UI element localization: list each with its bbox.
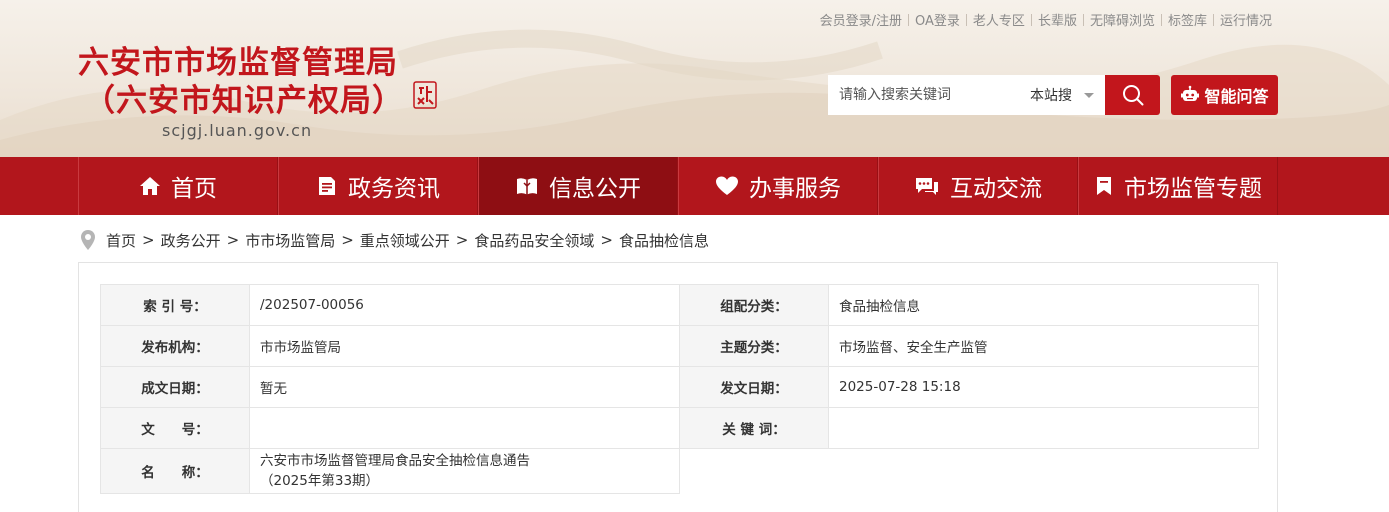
issued-date-label: 发文日期： bbox=[679, 366, 829, 408]
category-label: 组配分类： bbox=[679, 284, 829, 326]
nav-item-label: 信息公开 bbox=[549, 176, 641, 202]
doc-name-label: 名 称： bbox=[100, 448, 250, 494]
nav-item-home[interactable]: 首页 bbox=[78, 157, 278, 215]
keywords-value bbox=[828, 407, 1259, 449]
doc-number-value bbox=[249, 407, 680, 449]
seal-icon bbox=[413, 81, 437, 109]
table-row: 索 引 号： /202507-00056 组配分类： 食品抽检信息 bbox=[100, 284, 1259, 326]
empty-cell bbox=[680, 449, 1259, 494]
location-pin-icon bbox=[81, 230, 95, 250]
search-scope-label: 本站搜 bbox=[1030, 88, 1072, 104]
breadcrumb-key-areas[interactable]: 重点领域公开 bbox=[360, 230, 450, 251]
open-book-icon bbox=[517, 178, 537, 195]
nav-item-interaction[interactable]: 互动交流 bbox=[878, 157, 1078, 215]
site-header: 会员登录/注册 OA登录 老人专区 长辈版 无障碍浏览 标签库 运行情况 六安市… bbox=[0, 0, 1389, 157]
nav-item-label: 首页 bbox=[171, 176, 217, 202]
document-metadata-table: 索 引 号： /202507-00056 组配分类： 食品抽检信息 发布机构： … bbox=[100, 284, 1259, 494]
publisher-label: 发布机构： bbox=[100, 325, 250, 367]
breadcrumb-separator: > bbox=[341, 231, 354, 249]
breadcrumb-bureau[interactable]: 市市场监管局 bbox=[245, 230, 335, 251]
ai-qa-label: 智能问答 bbox=[1204, 87, 1269, 106]
robot-icon bbox=[1181, 85, 1200, 101]
breadcrumb-separator: > bbox=[455, 231, 469, 249]
search-bar: 本站搜 bbox=[828, 75, 1160, 115]
publisher-value: 市市场监管局 bbox=[249, 325, 680, 367]
breadcrumb-food-drug-safety[interactable]: 食品药品安全领域 bbox=[474, 230, 594, 251]
breadcrumb-food-sampling[interactable]: 食品抽检信息 bbox=[619, 230, 709, 251]
doc-number-label: 文 号： bbox=[100, 407, 250, 449]
nav-item-market-topics[interactable]: 市场监管专题 bbox=[1078, 157, 1278, 215]
doc-name-value: 六安市市场监督管理局食品安全抽检信息通告 （2025年第33期） bbox=[249, 448, 680, 494]
chat-icon bbox=[916, 178, 938, 195]
issued-date-value: 2025-07-28 15:18 bbox=[828, 366, 1259, 408]
site-domain: scjgj.luan.gov.cn bbox=[162, 121, 313, 140]
nav-item-label: 办事服务 bbox=[749, 176, 841, 202]
ai-qa-button[interactable]: 智能问答 bbox=[1171, 75, 1278, 115]
nav-item-info-disclosure[interactable]: 信息公开 bbox=[478, 157, 678, 215]
site-title[interactable]: 六安市市场监督管理局 （六安市知识产权局） bbox=[78, 44, 404, 120]
nav-item-services[interactable]: 办事服务 bbox=[678, 157, 878, 215]
top-link-elderly-zone[interactable]: 老人专区 bbox=[967, 10, 1031, 29]
home-icon bbox=[140, 177, 160, 195]
topic-value: 市场监督、安全生产监管 bbox=[828, 325, 1259, 367]
breadcrumb-home[interactable]: 首页 bbox=[106, 230, 136, 251]
search-scope-select[interactable]: 本站搜 bbox=[1018, 85, 1094, 105]
search-button[interactable] bbox=[1105, 75, 1160, 115]
search-box: 本站搜 bbox=[828, 75, 1105, 115]
index-value: /202507-00056 bbox=[249, 284, 680, 326]
main-nav: 首页 政务资讯 信息公开 办事服务 互动交流 市场监管专题 bbox=[0, 157, 1389, 215]
index-label: 索 引 号： bbox=[100, 284, 250, 326]
table-row: 名 称： 六安市市场监督管理局食品安全抽检信息通告 （2025年第33期） bbox=[100, 448, 1259, 494]
nav-item-label: 政务资讯 bbox=[348, 176, 440, 202]
breadcrumb-separator: > bbox=[226, 231, 240, 249]
doc-name-line1: 六安市市场监督管理局食品安全抽检信息通告 bbox=[260, 453, 530, 469]
table-row: 文 号： 关 键 词： bbox=[100, 407, 1259, 449]
search-icon bbox=[1122, 85, 1143, 106]
table-row: 成文日期： 暂无 发文日期： 2025-07-28 15:18 bbox=[100, 366, 1259, 408]
nav-item-label: 市场监管专题 bbox=[1124, 176, 1262, 202]
top-link-elder-version[interactable]: 长辈版 bbox=[1032, 10, 1083, 29]
top-link-accessibility[interactable]: 无障碍浏览 bbox=[1084, 10, 1161, 29]
breadcrumb-separator: > bbox=[142, 231, 155, 249]
top-link-tag-library[interactable]: 标签库 bbox=[1162, 10, 1213, 29]
heart-icon bbox=[716, 176, 738, 195]
created-date-label: 成文日期： bbox=[100, 366, 250, 408]
keywords-label: 关 键 词： bbox=[679, 407, 829, 449]
bookmark-icon bbox=[1097, 177, 1111, 195]
doc-name-line2: （2025年第33期） bbox=[260, 473, 380, 489]
top-link-operation-status[interactable]: 运行情况 bbox=[1214, 10, 1278, 29]
news-icon bbox=[319, 177, 335, 195]
topic-label: 主题分类： bbox=[679, 325, 829, 367]
top-link-login[interactable]: 会员登录/注册 bbox=[814, 10, 908, 29]
site-title-line2: （六安市知识产权局） bbox=[84, 83, 404, 119]
breadcrumb-separator: > bbox=[600, 231, 613, 249]
created-date-value: 暂无 bbox=[249, 366, 680, 408]
top-links: 会员登录/注册 OA登录 老人专区 长辈版 无障碍浏览 标签库 运行情况 bbox=[814, 10, 1278, 29]
nav-item-news[interactable]: 政务资讯 bbox=[278, 157, 478, 215]
breadcrumb: 首页 > 政务公开 > 市市场监管局 > 重点领域公开 > 食品药品安全领域 >… bbox=[80, 228, 709, 252]
document-panel: 索 引 号： /202507-00056 组配分类： 食品抽检信息 发布机构： … bbox=[78, 262, 1278, 512]
table-row: 发布机构： 市市场监管局 主题分类： 市场监督、安全生产监管 bbox=[100, 325, 1259, 367]
top-link-oa[interactable]: OA登录 bbox=[909, 10, 966, 29]
nav-item-label: 互动交流 bbox=[950, 176, 1042, 202]
breadcrumb-gov-affairs[interactable]: 政务公开 bbox=[161, 230, 221, 251]
caret-down-icon bbox=[1084, 92, 1094, 98]
category-value: 食品抽检信息 bbox=[828, 284, 1259, 326]
site-title-line1: 六安市市场监督管理局 bbox=[78, 45, 398, 81]
search-input[interactable] bbox=[828, 76, 1018, 114]
